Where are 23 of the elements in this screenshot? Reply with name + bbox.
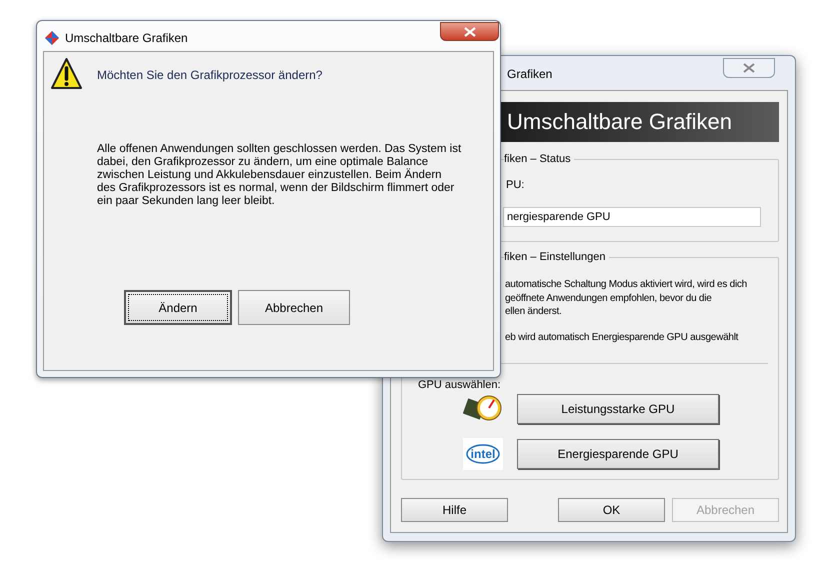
banner-title: Umschaltbare Grafiken xyxy=(507,111,732,133)
gpu-button[interactable]: Leistungsstarke GPU xyxy=(517,394,719,424)
dialog-button[interactable]: Ändern xyxy=(124,290,232,325)
dialog-title: Umschaltbare Grafiken xyxy=(65,30,188,47)
dialog-button[interactable]: Abbrechen xyxy=(238,290,350,325)
auto-select-note: eb wird automatisch Energiesparende GPU ausgewählt xyxy=(505,330,738,344)
settings-description: automatische Schaltung Modus aktiviert wird, wird es dich geöffnete Anwendungen empfohlen, bevor du die ellen änderst. xyxy=(505,278,747,318)
dialog-message: Alle offenen Anwendungen sollten geschlossen werden. Das System ist dabei, den Grafikprozessor zu ändern, um eine optimale Balance zwischen Leistung und Akkulebensdauer einzustellen. Beim Ändern des Grafikprozessors ist es normal, wenn der Bildschirm flimmert oder ein paar Sekunden lang leer bleibt. xyxy=(97,143,462,208)
close-button[interactable] xyxy=(440,22,499,41)
close-icon xyxy=(464,26,476,36)
intel-logo: intel xyxy=(463,438,503,470)
gpu-label: PU: xyxy=(506,178,524,192)
dialog-button[interactable]: OK xyxy=(558,498,665,522)
window-title: Grafiken xyxy=(507,66,552,83)
group-legend: fiken – Einstellungen xyxy=(504,250,609,264)
select-gpu-label: GPU auswählen: xyxy=(418,378,501,392)
gpu-button[interactable]: Energiesparende GPU xyxy=(517,438,719,468)
close-icon xyxy=(743,63,755,73)
dialog-button[interactable]: Hilfe xyxy=(401,498,508,522)
dialog-question: Möchten Sie den Grafikprozessor ändern? xyxy=(97,67,322,84)
diamond-logo-icon xyxy=(44,30,60,46)
warning-icon xyxy=(50,57,83,91)
gpu-status-field: nergiesparende GPU xyxy=(503,207,761,227)
